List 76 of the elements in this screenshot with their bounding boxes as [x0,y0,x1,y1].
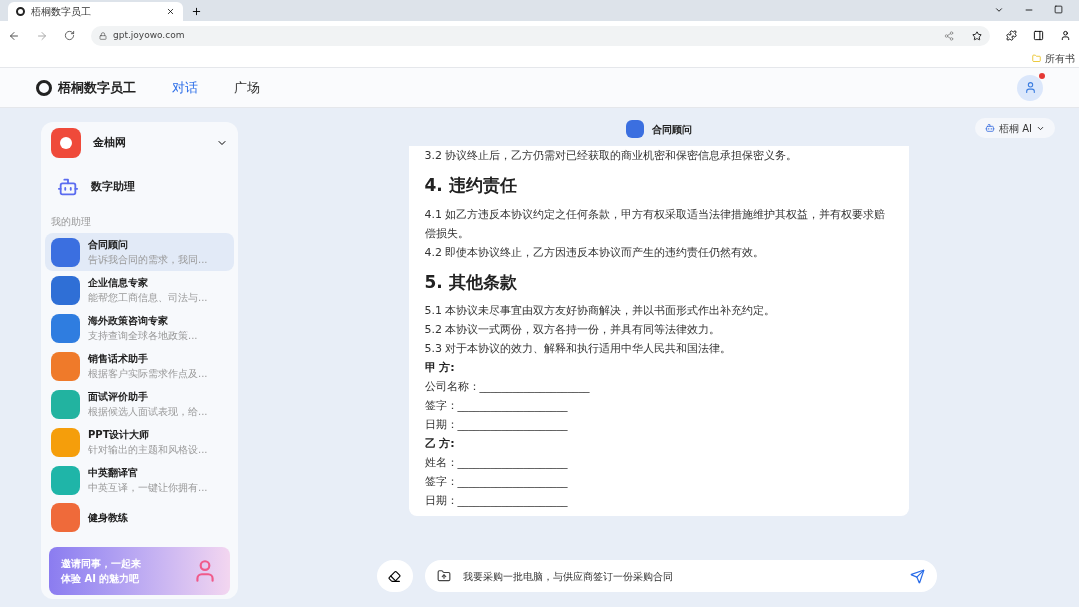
contract-text: 4.1 如乙方违反本协议约定之任何条款，甲方有权采取适当法律措施维护其权益，并有权要求赔偿损失。 [424,206,887,242]
model-selector[interactable]: 梧桐 AI [975,118,1055,138]
party-label: 甲 方: [424,360,456,376]
user-icon [1023,81,1037,94]
tab-list-icon[interactable] [994,5,1004,15]
contract-text: 5.2 本协议一式两份，双方各持一份，并具有同等法律效力。 [424,322,722,338]
assistant-name: 销售话术助手 [88,352,149,366]
send-icon[interactable] [909,568,925,584]
assistant-item[interactable]: 海外政策咨询专家 支持查询全球各地政策... [45,309,234,347]
profile-icon[interactable] [1060,30,1071,41]
clear-button[interactable] [376,560,413,592]
contract-text: 签字：____________________ [424,474,569,490]
section-heading: 5. 其他条款 [424,270,518,294]
message-input[interactable]: 我要采购一批电脑，与供应商签订一份采购合同 [424,560,937,592]
assistant-item[interactable]: 合同顾问 告诉我合同的需求，我同... [45,233,234,271]
contract-text: 5.1 本协议未尽事宜由双方友好协商解决，并以书面形式作出补充约定。 [424,303,777,319]
assistant-description: 根据客户实际需求作点及... [88,367,208,381]
assistant-name: 中英翻译官 [88,466,139,480]
star-icon[interactable] [972,30,982,41]
assistant-item[interactable]: PPT设计大师 针对输出的主题和风格设... [45,423,234,461]
reload-icon[interactable] [64,30,75,41]
nav-tab[interactable]: 广场 [234,77,260,98]
contract-text: 5.3 对于本协议的效力、解释和执行适用中华人民共和国法律。 [424,341,733,357]
contract-text: 公司名称：____________________ [424,379,591,395]
section-heading: 4. 违约责任 [424,174,518,197]
bookmarks-folder[interactable]: 所有书 [1045,51,1075,66]
assistant-name: 海外政策咨询专家 [88,314,169,328]
browser-tab[interactable]: 梧桐数字员工 [8,2,183,21]
workspace-switcher[interactable]: 金柚网 [41,122,238,164]
assistant-item[interactable]: 销售话术助手 根据客户实际需求作点及... [45,347,234,385]
upload-icon[interactable] [436,569,451,583]
contract-text: 日期：____________________ [424,493,569,509]
assistant-item[interactable]: 健身教练 [45,499,234,536]
assistant-avatar [625,120,644,138]
assistant-description: 根据候选人面试表现，给... [88,405,208,419]
logo-icon [16,7,25,16]
robot-icon [57,176,79,198]
banner-text: 邀请同事，一起来 [61,557,141,571]
chat-title: 合同顾问 [651,122,692,137]
brand-name: 梧桐数字员工 [58,78,136,97]
robot-icon [985,123,996,133]
user-avatar[interactable] [1017,74,1043,101]
assistant-item[interactable]: 面试评价助手 根据候选人面试表现，给... [45,385,234,423]
side-panel-icon[interactable] [1033,30,1044,41]
contract-text: 姓名：____________________ [424,455,569,471]
extensions-icon[interactable] [1006,30,1017,41]
close-icon[interactable] [166,7,175,16]
nav-tab[interactable]: 对话 [172,77,198,98]
assistant-item[interactable]: 企业信息专家 能帮您工商信息、司法与... [45,271,234,309]
contract-text: 签字：____________________ [424,398,569,414]
assistant-name: 面试评价助手 [88,390,149,404]
assistant-description: 告诉我合同的需求，我同... [88,253,208,267]
banner-text: 体验 AI 的魅力吧 [61,572,141,586]
assistant-name: 合同顾问 [88,238,129,252]
brand-logo-icon [36,79,52,96]
lock-icon [99,31,107,40]
assistant-name: PPT设计大师 [88,428,151,442]
workspace-logo-icon [51,128,81,158]
maximize-icon[interactable] [1054,5,1063,14]
back-icon[interactable] [8,29,20,42]
folder-icon [1032,54,1041,63]
assistant-description: 能帮您工商信息、司法与... [88,291,208,305]
assistant-home[interactable]: 数字助理 [41,168,238,206]
assistant-description: 针对输出的主题和风格设... [88,443,208,457]
contract-text: 日期：____________________ [424,417,569,433]
party-label: 乙 方: [424,436,456,452]
new-tab-icon[interactable] [191,6,202,17]
address-bar[interactable]: gpt.joyowo.com [91,25,990,46]
assistant-name: 企业信息专家 [88,276,149,290]
contract-text: 3.2 协议终止后，乙方仍需对已经获取的商业机密和保密信息承担保密义务。 [424,148,799,164]
share-icon[interactable] [944,30,954,41]
assistant-description: 支持查询全球各地政策... [88,329,198,343]
eraser-icon [388,569,401,583]
contract-text: 4.2 即使本协议终止，乙方因违反本协议而产生的违约责任仍然有效。 [424,244,766,261]
section-label: 我的助理 [50,215,92,229]
assistant-name: 健身教练 [88,511,128,525]
